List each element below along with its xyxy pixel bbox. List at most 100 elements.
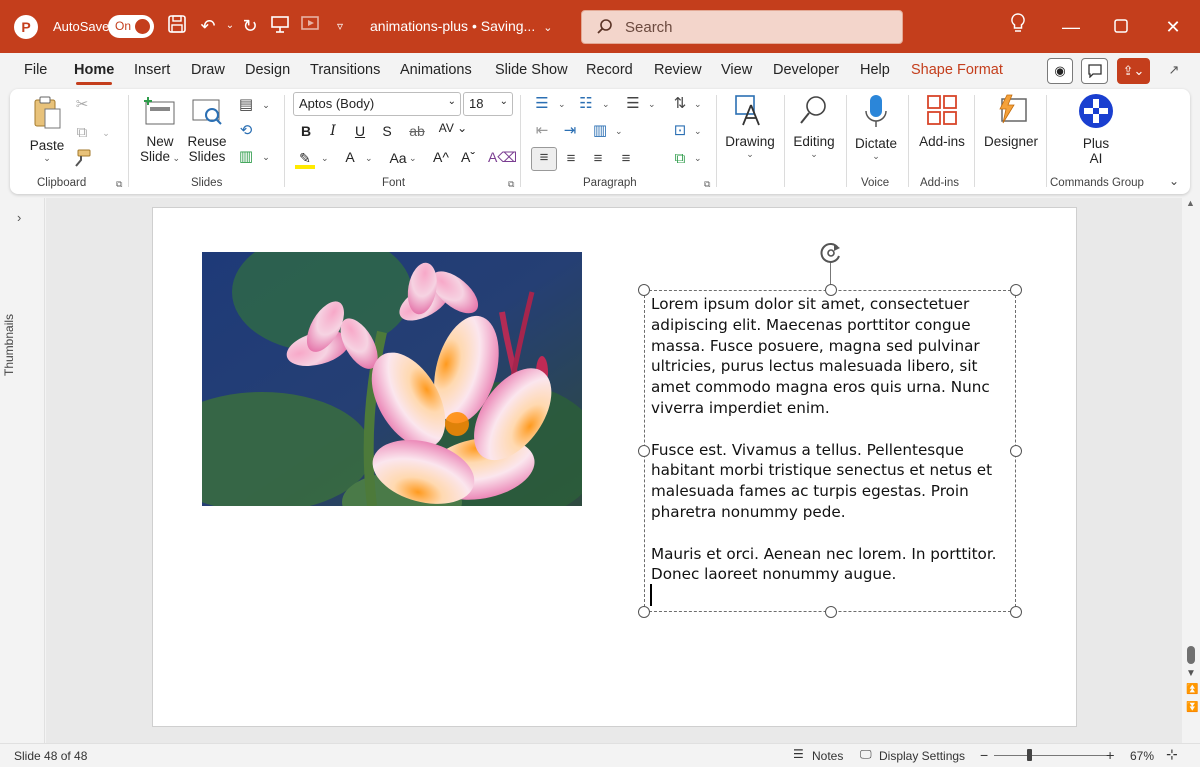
smartart-icon[interactable]: ⧉: [670, 149, 690, 169]
tab-view[interactable]: View: [721, 62, 752, 78]
notes-button[interactable]: Notes: [812, 749, 843, 763]
line-spacing-icon[interactable]: ☰: [623, 94, 643, 114]
tab-developer[interactable]: Developer: [773, 62, 839, 78]
copy-dropdown-icon[interactable]: ⌄: [96, 123, 116, 143]
lightbulb-icon[interactable]: [1003, 12, 1033, 42]
align-right-icon[interactable]: ≡: [588, 149, 608, 169]
tab-insert[interactable]: Insert: [134, 62, 170, 78]
collapse-ribbon-icon[interactable]: ↗: [1162, 58, 1186, 84]
cut-icon[interactable]: ✂: [72, 95, 92, 115]
align-text-icon[interactable]: ⊡: [670, 121, 690, 141]
font-family-select[interactable]: Aptos (Body) ⌄: [293, 92, 461, 116]
tab-draw[interactable]: Draw: [191, 62, 225, 78]
font-size-select[interactable]: 18 ⌄: [463, 92, 513, 116]
decrease-font-size-icon[interactable]: Aˇ: [457, 149, 479, 165]
increase-indent-icon[interactable]: ⇥: [560, 121, 580, 141]
highlight-icon[interactable]: ✎: [295, 150, 315, 169]
format-painter-icon[interactable]: [72, 149, 92, 169]
fit-to-window-icon[interactable]: ⊹: [1166, 746, 1178, 763]
align-center-icon[interactable]: ≡: [561, 149, 581, 169]
flower-photo[interactable]: [202, 252, 582, 506]
drawing-button[interactable]: Drawing ⌄: [722, 93, 778, 160]
copy-icon[interactable]: ⧉: [72, 123, 92, 143]
text-placeholder[interactable]: Lorem ipsum dolor sit amet, consectetuer…: [644, 290, 1016, 612]
section-icon[interactable]: ▥: [236, 147, 256, 167]
zoom-slider[interactable]: [994, 755, 1114, 756]
close-icon[interactable]: ✕: [1158, 12, 1188, 42]
resize-handle-right[interactable]: [1010, 445, 1022, 457]
justify-icon[interactable]: ≡: [616, 149, 636, 169]
increase-font-size-icon[interactable]: A^: [430, 149, 452, 165]
text-direction-icon[interactable]: ⇅: [670, 94, 690, 114]
present-icon[interactable]: [268, 14, 292, 38]
zoom-level[interactable]: 67%: [1130, 749, 1154, 763]
layout-dropdown-icon[interactable]: ⌄: [256, 95, 276, 115]
tab-shape-format[interactable]: Shape Format: [911, 62, 1003, 78]
font-color-dropdown-icon[interactable]: ⌄: [365, 153, 373, 164]
numbering-dropdown-icon[interactable]: ⌄: [602, 99, 610, 110]
character-spacing-icon[interactable]: AV ⌄: [435, 121, 471, 135]
maximize-icon[interactable]: [1106, 12, 1136, 42]
numbering-icon[interactable]: ☷: [576, 94, 596, 114]
italic-icon[interactable]: I: [322, 123, 344, 139]
document-title[interactable]: animations-plus • Saving... ⌄: [370, 18, 552, 34]
text-shadow-icon[interactable]: S: [376, 123, 398, 139]
align-left-icon[interactable]: ≡: [531, 147, 557, 171]
previous-slide-icon[interactable]: ⏫: [1186, 684, 1198, 695]
display-settings-button[interactable]: Display Settings: [879, 749, 965, 763]
new-slide-button[interactable]: New Slide ⌄: [138, 95, 182, 164]
expand-thumbnails-icon[interactable]: ›: [17, 210, 21, 225]
search-box[interactable]: Search: [581, 10, 903, 44]
autosave-toggle[interactable]: On: [108, 15, 154, 38]
change-case-dropdown-icon[interactable]: ⌄: [409, 153, 417, 164]
record-icon[interactable]: ◉: [1047, 58, 1073, 84]
line-spacing-dropdown-icon[interactable]: ⌄: [648, 99, 656, 110]
tab-record[interactable]: Record: [586, 62, 633, 78]
resize-handle-left[interactable]: [638, 445, 650, 457]
undo-icon[interactable]: ↶: [196, 14, 220, 38]
clipboard-launcher-icon[interactable]: ⧉: [116, 179, 122, 190]
columns-icon[interactable]: ▥: [590, 121, 610, 141]
scroll-down-icon[interactable]: ▼: [1186, 668, 1196, 679]
paste-button[interactable]: Paste ⌄: [28, 95, 66, 164]
align-text-dropdown-icon[interactable]: ⌄: [694, 126, 702, 137]
reset-slide-icon[interactable]: ⟲: [236, 121, 256, 141]
next-slide-icon[interactable]: ⏬: [1186, 702, 1198, 713]
plus-ai-button[interactable]: Plus AI: [1072, 93, 1120, 166]
text-direction-dropdown-icon[interactable]: ⌄: [694, 99, 702, 110]
share-button[interactable]: ⇪⌄: [1117, 58, 1150, 84]
tab-file[interactable]: File: [24, 62, 47, 78]
underline-icon[interactable]: U: [349, 123, 371, 139]
layout-icon[interactable]: ▤: [236, 95, 256, 115]
bold-icon[interactable]: B: [295, 123, 317, 139]
section-dropdown-icon[interactable]: ⌄: [256, 147, 276, 167]
paragraph-launcher-icon[interactable]: ⧉: [704, 179, 710, 190]
smartart-dropdown-icon[interactable]: ⌄: [694, 153, 702, 164]
text-content[interactable]: Lorem ipsum dolor sit amet, consectetuer…: [651, 294, 1011, 606]
decrease-indent-icon[interactable]: ⇤: [532, 121, 552, 141]
font-color-icon[interactable]: A: [339, 149, 361, 165]
bullets-dropdown-icon[interactable]: ⌄: [558, 99, 566, 110]
designer-button[interactable]: Designer: [980, 93, 1042, 149]
scrollbar-thumb[interactable]: [1187, 646, 1195, 664]
dictate-button[interactable]: Dictate ⌄: [850, 93, 902, 162]
highlight-dropdown-icon[interactable]: ⌄: [321, 153, 329, 164]
customize-quick-access-icon[interactable]: ▿: [328, 14, 352, 38]
tab-home[interactable]: Home: [74, 62, 114, 85]
resize-handle-top-right[interactable]: [1010, 284, 1022, 296]
resize-handle-top[interactable]: [825, 284, 837, 296]
resize-handle-bottom-right[interactable]: [1010, 606, 1022, 618]
reuse-slides-button[interactable]: Reuse Slides: [186, 95, 228, 164]
resize-handle-top-left[interactable]: [638, 284, 650, 296]
comments-icon[interactable]: [1081, 58, 1108, 84]
tab-slide-show[interactable]: Slide Show: [495, 62, 568, 78]
tab-transitions[interactable]: Transitions: [310, 62, 380, 78]
scroll-up-icon[interactable]: ▲: [1186, 198, 1195, 208]
addins-button[interactable]: Add-ins: [914, 93, 970, 149]
strikethrough-icon[interactable]: ab: [406, 123, 428, 139]
zoom-slider-thumb[interactable]: [1027, 749, 1032, 761]
redo-icon[interactable]: ↻: [238, 14, 262, 38]
columns-dropdown-icon[interactable]: ⌄: [615, 126, 623, 137]
clear-formatting-icon[interactable]: A⌫: [488, 149, 517, 166]
bullets-icon[interactable]: ☰: [532, 94, 552, 114]
